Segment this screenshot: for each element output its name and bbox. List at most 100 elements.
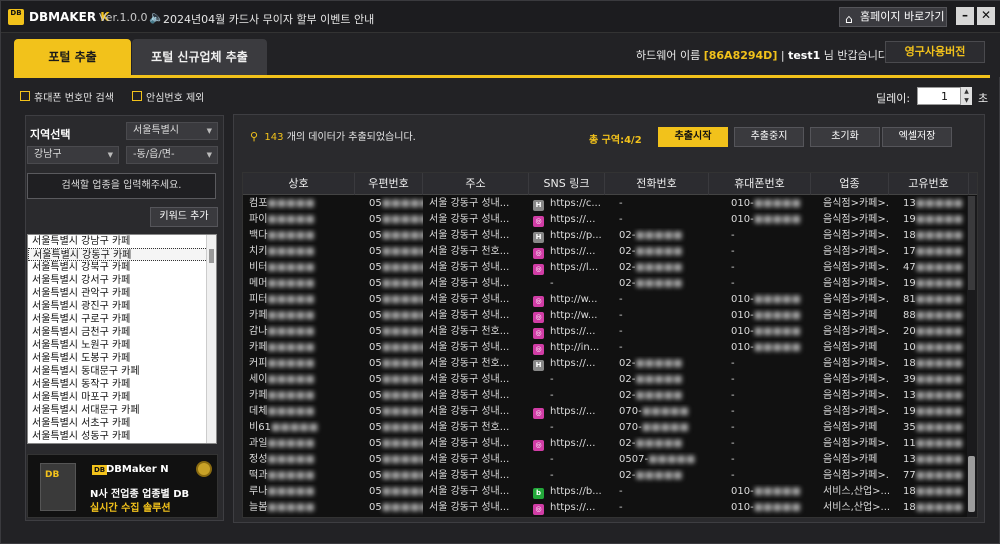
- table-row[interactable]: 커피■■■■■05■■■■■서울 강동구 천호...Hhttps://...02…: [243, 356, 969, 372]
- region-list-item[interactable]: 서울특별시 서대문구 카페: [28, 404, 216, 417]
- close-icon[interactable]: ✕: [977, 7, 995, 25]
- table-row[interactable]: 메머■■■■■05■■■■■서울 강동구 성내...-02-■■■■■-음식점>…: [243, 276, 969, 292]
- safe-number-checkbox[interactable]: [132, 91, 142, 101]
- region-list-item[interactable]: 서울특별시 구로구 카페: [28, 313, 216, 326]
- mobile-only-checkbox[interactable]: [20, 91, 30, 101]
- sns-link-text[interactable]: https://b...: [550, 486, 602, 497]
- column-header[interactable]: SNS 링크: [529, 173, 605, 195]
- column-header[interactable]: 전화번호: [605, 173, 709, 195]
- column-header[interactable]: 상호: [243, 173, 355, 195]
- safe-number-label[interactable]: 안심번호 제외: [146, 89, 204, 104]
- sns-link-text[interactable]: -: [550, 390, 554, 401]
- table-row[interactable]: 카페■■■■■05■■■■■서울 강동구 성내...◎http://in...-…: [243, 340, 969, 356]
- cell-text: -: [731, 406, 735, 417]
- region-list-item[interactable]: 서울특별시 동대문구 카페: [28, 365, 216, 378]
- table-row[interactable]: 늘봄■■■■■05■■■■■서울 강동구 성내...◎https://...-0…: [243, 500, 969, 516]
- region-list-item[interactable]: 서울특별시 마포구 카페: [28, 391, 216, 404]
- sns-link-text[interactable]: https://l...: [550, 262, 598, 273]
- add-keyword-button[interactable]: 키워드 추가: [150, 207, 218, 227]
- mobile-only-label[interactable]: 휴대폰 번호만 검색: [34, 89, 114, 104]
- sns-link-text[interactable]: http://in...: [550, 342, 599, 353]
- sns-link-text[interactable]: https://...: [550, 358, 595, 369]
- region-list-item[interactable]: 서울특별시 동작구 카페: [28, 378, 216, 391]
- region-list-item[interactable]: 서울특별시 노원구 카페: [28, 339, 216, 352]
- sns-link-text[interactable]: -: [550, 470, 554, 481]
- region-list-item[interactable]: 서울특별시 도봉구 카페: [28, 352, 216, 365]
- promo-banner[interactable]: DB DB DBMaker N N사 전업종 업종별 DB 실시간 수집 솔루션: [27, 454, 218, 518]
- region-list-item[interactable]: 서울특별시 성동구 카페: [28, 430, 216, 443]
- table-row[interactable]: 감나■■■■■05■■■■■서울 강동구 천호...◎https://...-0…: [243, 324, 969, 340]
- sns-link-text[interactable]: http://w...: [550, 310, 597, 321]
- table-row[interactable]: 루나■■■■■05■■■■■서울 강동구 성내...bhttps://b...-…: [243, 484, 969, 500]
- table-row[interactable]: 치키■■■■■05■■■■■서울 강동구 천호...◎https://...02…: [243, 244, 969, 260]
- notice-text[interactable]: 2024년04월 카드사 무이자 할부 이벤트 안내: [163, 11, 374, 27]
- sns-link-text[interactable]: https://...: [550, 214, 595, 225]
- table-row[interactable]: 데체■■■■■05■■■■■서울 강동구 성내...◎https://...07…: [243, 404, 969, 420]
- region-list-item[interactable]: 서울특별시 강동구 카페: [28, 248, 216, 261]
- sns-link-text[interactable]: http://w...: [550, 294, 597, 305]
- redacted-text: ■■■■■: [267, 470, 315, 481]
- table-row[interactable]: 컴포■■■■■05■■■■■서울 강동구 성내...Hhttps://c...-…: [243, 196, 969, 212]
- table-cell-zip: 05■■■■■: [369, 468, 423, 484]
- table-row[interactable]: 세이■■■■■05■■■■■서울 강동구 성내...-02-■■■■■-음식점>…: [243, 372, 969, 388]
- tab-portal-extract[interactable]: 포털 추출: [14, 39, 131, 75]
- sns-link-text[interactable]: https://...: [550, 326, 595, 337]
- region-list-item[interactable]: 서울특별시 금천구 카페: [28, 326, 216, 339]
- column-header[interactable]: 우편번호: [355, 173, 423, 195]
- sns-link-text[interactable]: https://...: [550, 246, 595, 257]
- minimize-icon[interactable]: –: [956, 7, 974, 25]
- sns-link-text[interactable]: https://c...: [550, 198, 601, 209]
- dong-select[interactable]: -동/읍/면- ▼: [126, 146, 218, 164]
- table-row[interactable]: 백다■■■■■05■■■■■서울 강동구 성내...Hhttps://p...0…: [243, 228, 969, 244]
- table-row[interactable]: 정성■■■■■05■■■■■서울 강동구 성내...-0507-■■■■■-음식…: [243, 452, 969, 468]
- table-scroll-thumb[interactable]: [968, 456, 975, 512]
- region-list-item[interactable]: 서울특별시 강서구 카페: [28, 274, 216, 287]
- table-row[interactable]: 카페■■■■■05■■■■■서울 강동구 성내...◎http://w...-0…: [243, 308, 969, 324]
- start-extract-button[interactable]: 추출시작: [658, 127, 728, 147]
- region-list-scrollbar[interactable]: [206, 235, 216, 443]
- table-row[interactable]: 비터■■■■■05■■■■■서울 강동구 성내...◎https://l...0…: [243, 260, 969, 276]
- table-row[interactable]: 떡과■■■■■05■■■■■서울 강동구 성내...-02-■■■■■-음식점>…: [243, 468, 969, 484]
- keyword-input[interactable]: 검색할 업종을 입력해주세요.: [27, 173, 216, 199]
- region-list-item[interactable]: 서울특별시 광진구 카페: [28, 300, 216, 313]
- table-row[interactable]: 카페■■■■■05■■■■■서울 강동구 성내...-02-■■■■■-음식점>…: [243, 388, 969, 404]
- reset-button[interactable]: 초기화: [810, 127, 880, 147]
- table-row[interactable]: 파이■■■■■05■■■■■서울 강동구 성내...◎https://...-0…: [243, 212, 969, 228]
- tab-new-business-extract[interactable]: 포털 신규업체 추출: [132, 39, 267, 75]
- table-row[interactable]: 피터■■■■■05■■■■■서울 강동구 성내...◎http://w...-0…: [243, 292, 969, 308]
- sns-link-text[interactable]: -: [550, 454, 554, 465]
- sns-link-text[interactable]: https://...: [550, 438, 595, 449]
- city-select[interactable]: 서울특별시 ▼: [126, 122, 218, 140]
- permanent-version-button[interactable]: 영구사용버전: [885, 41, 985, 63]
- sns-link-text[interactable]: -: [550, 422, 554, 433]
- column-header[interactable]: 휴대폰번호: [709, 173, 811, 195]
- region-list-scroll-thumb[interactable]: [209, 249, 214, 263]
- column-header[interactable]: 고유번호: [889, 173, 969, 195]
- homepage-button[interactable]: ⌂ 홈페이지 바로가기: [839, 7, 947, 27]
- district-select[interactable]: 강남구 ▼: [27, 146, 119, 164]
- table-row[interactable]: 과일■■■■■05■■■■■서울 강동구 성내...◎https://...02…: [243, 436, 969, 452]
- sns-link-text[interactable]: https://p...: [550, 230, 602, 241]
- table-row[interactable]: 비61■■■■■05■■■■■서울 강동구 천호...-070-■■■■■-음식…: [243, 420, 969, 436]
- cell-text: -: [619, 214, 623, 225]
- table-cell-name: 백다■■■■■: [249, 228, 355, 244]
- region-list-item[interactable]: 서울특별시 강북구 카페: [28, 261, 216, 274]
- column-header[interactable]: 주소: [423, 173, 529, 195]
- redacted-text: ■■■■■: [267, 198, 315, 209]
- table-scrollbar[interactable]: [967, 196, 977, 517]
- sns-link-text[interactable]: -: [550, 374, 554, 385]
- sns-link-text[interactable]: https://...: [550, 406, 595, 417]
- sns-link-text[interactable]: https://...: [550, 502, 595, 513]
- chevron-down-icon: ▼: [206, 127, 212, 135]
- region-list-item[interactable]: 서울특별시 강남구 카페: [28, 235, 216, 248]
- sns-link-text[interactable]: -: [550, 278, 554, 289]
- stop-extract-button[interactable]: 추출중지: [734, 127, 804, 147]
- region-list[interactable]: 서울특별시 강남구 카페 서울특별시 강동구 카페 서울특별시 강북구 카페 서울특별…: [27, 234, 217, 444]
- region-list-item[interactable]: 서울특별시 관악구 카페: [28, 287, 216, 300]
- excel-save-button[interactable]: 엑셀저장: [882, 127, 952, 147]
- region-list-item[interactable]: 서울특별시 서초구 카페: [28, 417, 216, 430]
- cell-text: 음식점>카페>...: [823, 230, 889, 241]
- hardware-info: 하드웨어 이름 [86A8294D] | test1 님 반갑습니다!: [636, 47, 892, 63]
- delay-stepper[interactable]: ▲ ▼: [960, 87, 972, 105]
- column-header[interactable]: 업종: [811, 173, 889, 195]
